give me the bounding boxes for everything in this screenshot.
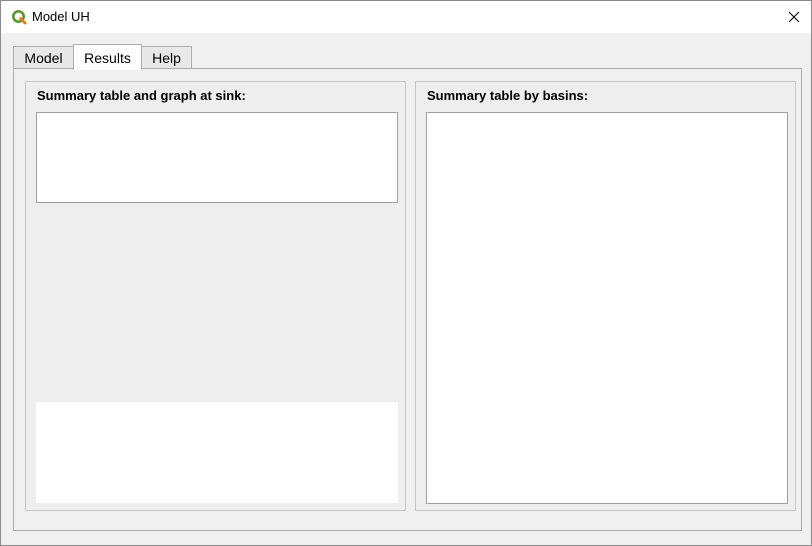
results-tab-panel: Summary table and graph at sink: Summary… <box>13 68 802 531</box>
sink-summary-title: Summary table and graph at sink: <box>37 88 246 103</box>
basins-summary-group: Summary table by basins: <box>415 81 796 511</box>
qgis-logo-icon <box>11 9 27 25</box>
basins-summary-title: Summary table by basins: <box>427 88 589 103</box>
title-bar: Model UH <box>1 1 811 33</box>
close-button[interactable] <box>777 1 811 33</box>
tab-help[interactable]: Help <box>141 46 192 68</box>
sink-graph-area <box>36 402 398 503</box>
dialog-window: Model UH Model Results Help Summary tabl… <box>0 0 812 546</box>
sink-summary-table[interactable] <box>36 112 398 203</box>
basins-summary-table[interactable] <box>426 112 788 504</box>
close-icon <box>788 11 800 23</box>
tab-results[interactable]: Results <box>73 44 142 70</box>
sink-summary-group: Summary table and graph at sink: <box>25 81 406 511</box>
tab-model[interactable]: Model <box>13 46 74 68</box>
window-title: Model UH <box>32 9 90 24</box>
